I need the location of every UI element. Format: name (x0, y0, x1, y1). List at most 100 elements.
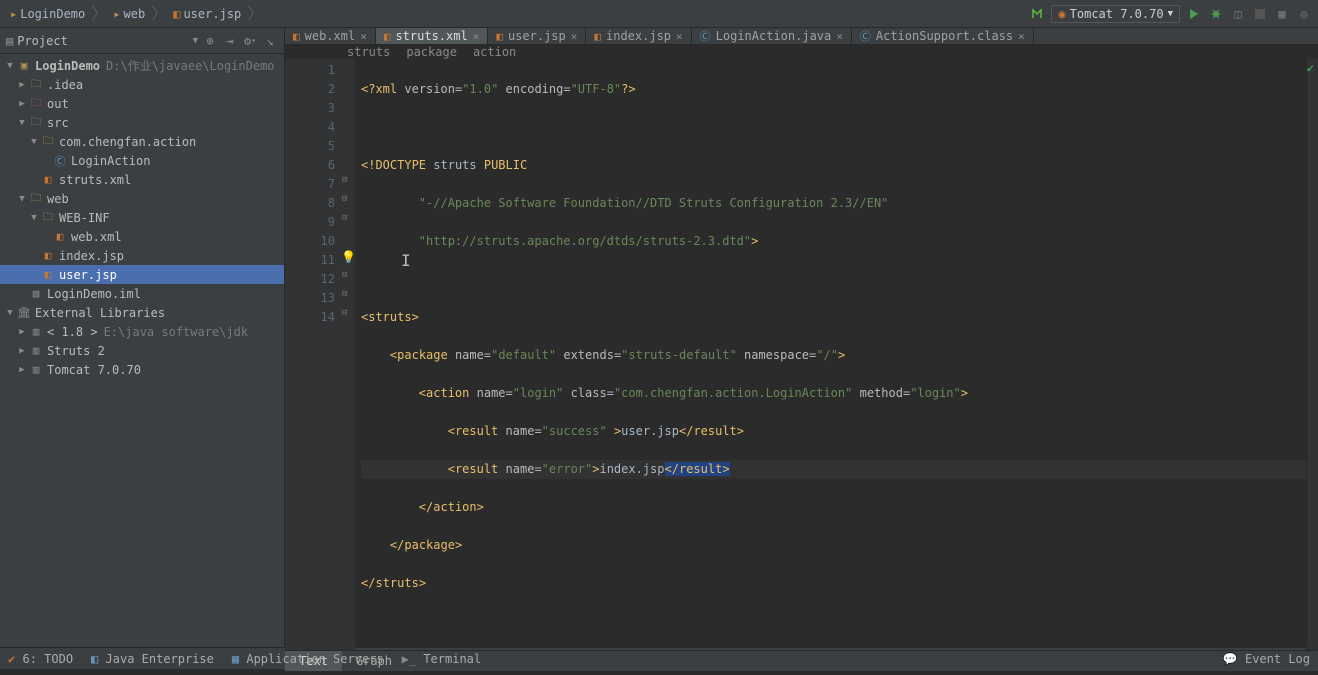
tab-label: web.xml (305, 29, 356, 43)
fold-marker-icon[interactable]: ⊟ (342, 213, 347, 223)
chevron-down-icon[interactable]: ▼ (193, 36, 198, 46)
debug-button[interactable] (1208, 6, 1224, 22)
tree-struts2-lib[interactable]: ▶▥Struts 2 (0, 341, 284, 360)
close-icon[interactable]: × (473, 30, 480, 43)
error-stripe[interactable]: ✔ (1306, 59, 1318, 650)
layout-button[interactable]: ▦ (1274, 6, 1290, 22)
line-number: 3 (285, 99, 335, 118)
breadcrumb-web[interactable]: ▸ web (109, 5, 149, 23)
scroll-from-source-icon[interactable]: ⊕ (202, 33, 218, 49)
package-icon: 🗀 (40, 132, 56, 151)
close-icon[interactable]: × (1018, 30, 1025, 43)
jdk-icon: ▥ (28, 325, 44, 338)
tree-web-folder[interactable]: ▼🗀web (0, 189, 284, 208)
tree-webinf-folder[interactable]: ▼🗀WEB-INF (0, 208, 284, 227)
fold-marker-icon[interactable]: ⊟ (342, 194, 347, 204)
tree-src-folder[interactable]: ▼🗀src (0, 113, 284, 132)
fold-end-icon[interactable]: ⊟ (342, 289, 347, 299)
line-number: 4 (285, 118, 335, 137)
tree-external-libraries[interactable]: ▼🏛External Libraries (0, 303, 284, 322)
xml-file-icon: ◧ (384, 30, 391, 43)
line-number-gutter[interactable]: 1 2 3 4 5 6 7 8 9 10 11 12 13 14 (285, 59, 341, 650)
folder-icon: 🗀 (28, 94, 44, 113)
event-log-button[interactable]: 💬 Event Log (1223, 652, 1310, 666)
search-everywhere-button[interactable]: ◎ (1296, 6, 1312, 22)
jsp-file-icon: ◧ (40, 268, 56, 281)
jsp-file-icon: ◧ (173, 7, 180, 21)
fold-end-icon[interactable]: ⊟ (342, 308, 347, 318)
code-editor[interactable]: <?xml version="1.0" encoding="UTF-8"?> <… (355, 59, 1306, 650)
line-number: 9 (285, 213, 335, 232)
tab-user-jsp[interactable]: ◧user.jsp× (488, 28, 586, 44)
tree-jdk[interactable]: ▶▥< 1.8 >E:\java software\jdk (0, 322, 284, 341)
collapse-all-icon[interactable]: ⇥ (222, 33, 238, 49)
tree-web-xml[interactable]: ◧web.xml (0, 227, 284, 246)
analysis-ok-icon: ✔ (1307, 61, 1314, 75)
status-java-enterprise[interactable]: ◧ Java Enterprise (91, 652, 214, 666)
tree-idea-folder[interactable]: ▶🗀.idea (0, 75, 284, 94)
fold-end-icon[interactable]: ⊟ (342, 270, 347, 280)
tab-struts-xml[interactable]: ◧struts.xml× (376, 28, 489, 44)
status-app-servers[interactable]: ▦ Application Servers (232, 652, 384, 666)
crumb-struts[interactable]: struts (347, 45, 390, 59)
tab-web-xml[interactable]: ◧ web.xml × (285, 28, 376, 44)
crumb-action[interactable]: action (473, 45, 516, 59)
java-class-icon: Ⓒ (700, 28, 711, 44)
tab-index-jsp[interactable]: ◧index.jsp× (586, 28, 691, 44)
hide-panel-icon[interactable]: ↘ (262, 33, 278, 49)
line-number: 12 (285, 270, 335, 289)
tree-package[interactable]: ▼🗀com.chengfan.action (0, 132, 284, 151)
stop-button[interactable] (1252, 6, 1268, 22)
breadcrumb-file[interactable]: ◧ user.jsp (169, 5, 245, 23)
coverage-button[interactable]: ◫ (1230, 6, 1246, 22)
tomcat-icon: ◉ (1058, 7, 1065, 21)
close-icon[interactable]: × (836, 30, 843, 43)
tab-action-support-class[interactable]: ⒸActionSupport.class× (852, 28, 1034, 44)
project-panel-header: ▤ Project ▼ ⊕ ⇥ ⚙▾ ↘ (0, 28, 284, 54)
tree-tomcat-lib[interactable]: ▶▥Tomcat 7.0.70 (0, 360, 284, 379)
tree-user-jsp[interactable]: ◧user.jsp (0, 265, 284, 284)
close-icon[interactable]: × (676, 30, 683, 43)
top-navigation-bar: ▸ LoginDemo 〉 ▸ web 〉 ◧ user.jsp 〉 ◉ Tom… (0, 0, 1318, 28)
tree-struts-xml[interactable]: ◧struts.xml (0, 170, 284, 189)
xml-file-icon: ◧ (52, 230, 68, 243)
module-icon: ▣ (16, 59, 32, 72)
run-config-label: Tomcat 7.0.70 (1070, 7, 1164, 21)
settings-gear-icon[interactable]: ⚙▾ (242, 33, 258, 49)
folder-icon: ▸ (113, 7, 120, 21)
tab-label: index.jsp (606, 29, 671, 43)
structure-crumb-bar: struts package action (285, 45, 1318, 59)
build-icon[interactable] (1029, 6, 1045, 22)
tree-index-jsp[interactable]: ◧index.jsp (0, 246, 284, 265)
close-icon[interactable]: × (360, 30, 367, 43)
run-button[interactable] (1186, 6, 1202, 22)
javaee-icon: ◧ (91, 652, 98, 666)
line-number: 8 (285, 194, 335, 213)
line-number: 14 (285, 308, 335, 327)
terminal-icon: ▶_ (402, 652, 416, 666)
xml-file-icon: ◧ (293, 30, 300, 43)
fold-gutter[interactable]: ⊟ ⊟ ⊟ 💡 ⊟ ⊟ ⊟ (341, 59, 355, 650)
crumb-package[interactable]: package (406, 45, 457, 59)
tree-out-folder[interactable]: ▶🗀out (0, 94, 284, 113)
library-icon: ▥ (28, 363, 44, 376)
tab-login-action-java[interactable]: ⒸLoginAction.java× (692, 28, 852, 44)
tree-iml-file[interactable]: ▧LoginDemo.iml (0, 284, 284, 303)
line-number: 10 (285, 232, 335, 251)
line-number: 11 (285, 251, 335, 270)
tab-label: ActionSupport.class (876, 29, 1013, 43)
breadcrumb-project[interactable]: ▸ LoginDemo (6, 5, 89, 23)
folder-icon: 🗀 (40, 208, 56, 227)
source-folder-icon: 🗀 (28, 113, 44, 132)
tree-login-action-class[interactable]: ⒸLoginAction (0, 151, 284, 170)
todo-icon: ✔ (8, 652, 15, 666)
tree-project-root[interactable]: ▼▣LoginDemoD:\作业\javaee\LoginDemo (0, 56, 284, 75)
run-configuration-selector[interactable]: ◉ Tomcat 7.0.70 ▼ (1051, 5, 1180, 23)
fold-marker-icon[interactable]: ⊟ (342, 175, 347, 185)
project-tree[interactable]: ▼▣LoginDemoD:\作业\javaee\LoginDemo ▶🗀.ide… (0, 54, 284, 381)
close-icon[interactable]: × (571, 30, 578, 43)
intention-bulb-icon[interactable]: 💡 (341, 250, 356, 264)
status-todo[interactable]: ✔ 6: TODO (8, 652, 73, 666)
status-terminal[interactable]: ▶_ Terminal (402, 652, 481, 666)
xml-file-icon: ◧ (40, 173, 56, 186)
